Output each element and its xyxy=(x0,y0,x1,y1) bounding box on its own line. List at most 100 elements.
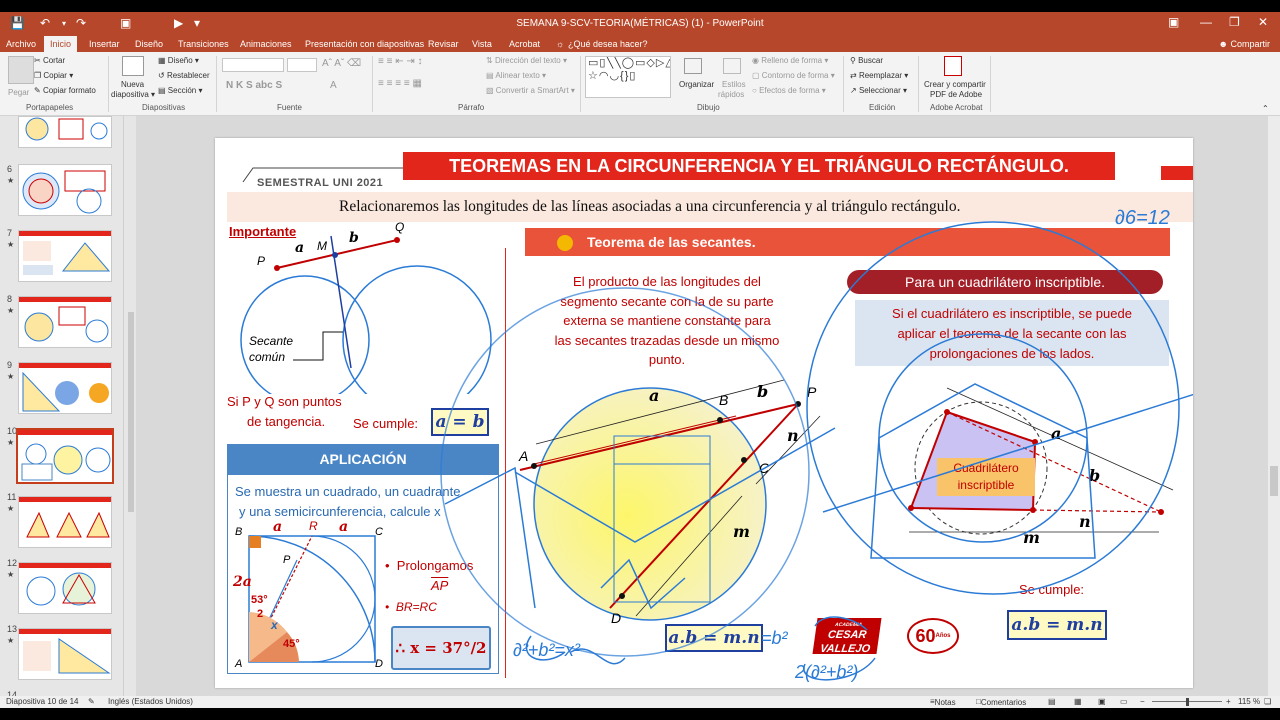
quick-styles-label-2: rápidos xyxy=(718,90,745,99)
animation-star-icon: ★ xyxy=(7,504,15,513)
slide-thumbnail[interactable] xyxy=(18,628,112,680)
font-grow-icon[interactable]: Aˆ Aˇ ⌫ xyxy=(322,58,361,69)
shape-fill-button[interactable]: ◉ Relleno de forma ▾ xyxy=(752,56,828,65)
tab-insertar[interactable]: Insertar xyxy=(89,39,120,49)
pdf-icon[interactable] xyxy=(944,56,962,76)
arrange-button[interactable]: Organizar xyxy=(679,80,714,89)
comments-button[interactable]: □ Comentarios xyxy=(976,697,1026,707)
slide-sorter-icon[interactable]: ▦ xyxy=(1074,697,1082,706)
tab-transiciones[interactable]: Transiciones xyxy=(178,39,229,49)
zoom-in-icon[interactable]: + xyxy=(1226,697,1231,706)
cursor-icon: ↗ xyxy=(850,86,859,95)
tab-presentacion[interactable]: Presentación con diapositivas xyxy=(305,39,424,49)
thumbnails-scrollbar[interactable] xyxy=(126,116,136,696)
font-format-buttons[interactable]: N K S abc S xyxy=(226,80,282,91)
format-painter-button[interactable]: ✎ Copiar formato xyxy=(34,86,96,95)
slideshow-view-icon[interactable]: ▭ xyxy=(1120,697,1128,706)
select-button[interactable]: ↗ Seleccionar ▾ xyxy=(850,86,907,95)
layout-button[interactable]: ▦ Diseño ▾ xyxy=(158,56,199,65)
new-slide-icon[interactable] xyxy=(122,56,144,76)
font-color-icon[interactable]: A xyxy=(330,80,337,91)
slide-thumbnail[interactable] xyxy=(18,296,112,348)
tab-archivo[interactable]: Archivo xyxy=(6,39,36,49)
reading-view-icon[interactable]: ▣ xyxy=(1098,697,1106,706)
tab-vista[interactable]: Vista xyxy=(472,39,492,49)
new-slide-button[interactable]: Nueva xyxy=(121,80,144,89)
share-button[interactable]: ☻ Compartir xyxy=(1219,39,1271,49)
arrange-icon[interactable] xyxy=(684,58,702,74)
divider xyxy=(843,56,844,112)
create-pdf-label-2: PDF de Adobe xyxy=(930,90,983,99)
shape-outline-button[interactable]: ▢ Contorno de forma ▾ xyxy=(752,71,835,80)
shape-effects-button[interactable]: ○ Efectos de forma ▾ xyxy=(752,86,826,95)
group-label-slides: Diapositivas xyxy=(142,103,186,112)
zoom-out-icon[interactable]: − xyxy=(1140,697,1145,706)
zoom-level[interactable]: 115 % xyxy=(1238,697,1260,706)
minimize-icon[interactable]: — xyxy=(1200,15,1212,29)
slide-editor: SEMESTRAL UNI 2021 TEOREMAS EN LA CIRCUN… xyxy=(136,116,1270,696)
quick-styles-button[interactable]: Estilos xyxy=(722,80,746,89)
find-button[interactable]: ⚲ Buscar xyxy=(850,56,883,65)
thumbnail-preview xyxy=(19,563,111,606)
tab-inicio[interactable]: Inicio xyxy=(44,36,78,52)
slide-thumbnail[interactable] xyxy=(18,562,112,614)
cut-button[interactable]: ✂ Cortar xyxy=(34,56,65,65)
ribbon-display-icon[interactable]: ▣ xyxy=(1168,15,1179,29)
lightbulb-icon: ☼ xyxy=(556,39,565,49)
animation-star-icon: ★ xyxy=(7,306,15,315)
zoom-slider-thumb[interactable] xyxy=(1186,698,1189,706)
shapes-gallery[interactable]: ▭▯╲╲◯▭◇▷△⌐↘⬡▭▭⟨⟩☆◠◡{}▯ xyxy=(585,56,671,98)
group-label-editing: Edición xyxy=(869,103,896,112)
align-text-button[interactable]: ▤ Alinear texto ▾ xyxy=(486,71,546,80)
status-bar: Diapositiva 10 de 14 ✎ Inglés (Estados U… xyxy=(0,696,1280,708)
font-name-input[interactable] xyxy=(222,58,284,72)
tab-diseno[interactable]: Diseño xyxy=(135,39,163,49)
tell-me-input[interactable]: ¿Qué desea hacer? xyxy=(568,39,648,49)
reset-button[interactable]: ↺ Restablecer xyxy=(158,71,210,80)
notes-button[interactable]: ≡ Notas xyxy=(930,697,956,707)
slide-thumbnail[interactable] xyxy=(18,230,112,282)
normal-view-icon[interactable]: ▤ xyxy=(1048,697,1056,706)
close-icon[interactable]: ✕ xyxy=(1258,15,1268,29)
slide-thumbnail-current[interactable] xyxy=(16,428,114,484)
slide-thumbnail[interactable] xyxy=(18,362,112,414)
slide-thumbnail[interactable] xyxy=(18,116,112,148)
list-buttons[interactable]: ≡ ≡ ⇤ ⇥ ↕ xyxy=(378,56,423,67)
tab-acrobat[interactable]: Acrobat xyxy=(509,39,540,49)
slide-canvas[interactable]: SEMESTRAL UNI 2021 TEOREMAS EN LA CIRCUN… xyxy=(215,138,1193,688)
slide-thumbnail[interactable] xyxy=(18,496,112,548)
slide-number: 7 xyxy=(7,228,13,238)
section-button[interactable]: ▤ Sección ▾ xyxy=(158,86,203,95)
align-buttons[interactable]: ≡ ≡ ≡ ≡ ▦ xyxy=(378,78,422,89)
language-indicator[interactable]: Inglés (Estados Unidos) xyxy=(108,697,193,706)
tab-revisar[interactable]: Revisar xyxy=(428,39,459,49)
slide-number: 11 xyxy=(7,492,17,502)
ink-annotations: ∂6=12 ∂²+b²=x² 2(∂²+b²) =b² xyxy=(440,207,1193,682)
scroll-thumb[interactable] xyxy=(128,312,134,512)
slide-number: 8 xyxy=(7,294,13,304)
paste-icon[interactable] xyxy=(8,56,34,84)
animation-star-icon: ★ xyxy=(7,176,15,185)
collapse-ribbon-icon[interactable]: ⌃ xyxy=(1262,104,1269,113)
group-label-drawing: Dibujo xyxy=(697,103,720,112)
scroll-thumb[interactable] xyxy=(1270,466,1278,496)
spellcheck-icon[interactable]: ✎ xyxy=(88,697,95,706)
slide-number: 13 xyxy=(7,624,18,634)
smartart-button[interactable]: ▧ Convertir a SmartArt ▾ xyxy=(486,86,575,95)
slide-thumbnails-pane: 6 ★ 7 ★ 8 ★ 9 ★ 10 ★ 11 ★ 12 ★ 13 ★ 14 xyxy=(0,116,124,700)
editor-scrollbar[interactable] xyxy=(1268,116,1280,696)
fit-slide-icon[interactable]: ❏ xyxy=(1264,697,1271,706)
divider xyxy=(372,56,373,112)
paste-button[interactable]: Pegar xyxy=(8,88,29,97)
replace-button[interactable]: ⇄ Reemplazar ▾ xyxy=(850,71,908,80)
quick-styles-icon[interactable] xyxy=(723,58,741,74)
restore-icon[interactable]: ❐ xyxy=(1229,15,1240,29)
create-pdf-button[interactable]: Crear y compartir xyxy=(924,80,986,89)
text-direction-button[interactable]: ⇅ Dirección del texto ▾ xyxy=(486,56,567,65)
copy-button[interactable]: ❐ Copiar ▾ xyxy=(34,71,73,80)
slide-thumbnail[interactable] xyxy=(18,164,112,216)
font-size-input[interactable] xyxy=(287,58,317,72)
animation-star-icon: ★ xyxy=(7,570,15,579)
tab-animaciones[interactable]: Animaciones xyxy=(240,39,292,49)
new-slide-button-label-2[interactable]: diapositiva ▾ xyxy=(111,90,155,99)
